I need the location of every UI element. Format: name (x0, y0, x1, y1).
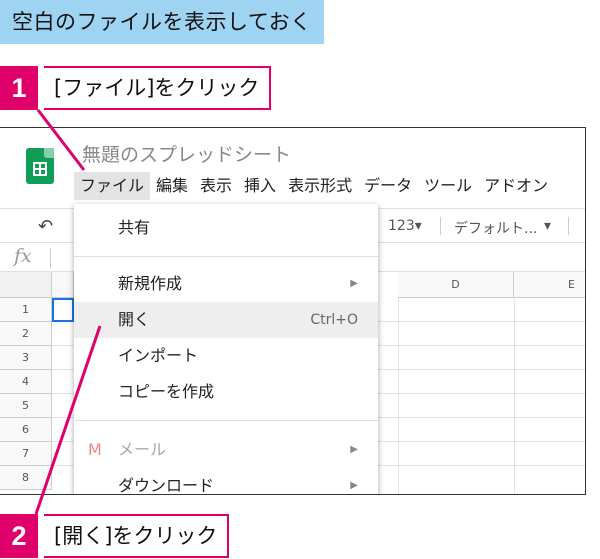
menu-addons[interactable]: アドオン (478, 172, 554, 200)
step-number: 1 (0, 66, 38, 110)
row-header[interactable]: 1 (0, 298, 52, 322)
step-2-callout: 2 [開く]をクリック (0, 514, 230, 558)
menu-item-label: インポート (118, 346, 199, 365)
spreadsheet-screenshot: 無題のスプレッドシート ファイル 編集 表示 挿入 表示形式 データ ツール ア… (0, 127, 586, 495)
triangle-right-icon: ▶ (350, 444, 358, 455)
shortcut-label: Ctrl+O (310, 312, 358, 328)
step-1-callout: 1 [ファイル]をクリック (0, 66, 272, 110)
grid-column-line (398, 298, 399, 494)
toolbar-divider (440, 217, 441, 235)
menu-item-label: 新規作成 (118, 274, 183, 293)
menu-item-make-copy[interactable]: コピーを作成 (74, 374, 378, 410)
step-label: [開く]をクリック (44, 514, 230, 558)
menu-edit[interactable]: 編集 (150, 172, 194, 200)
triangle-right-icon: ▶ (350, 480, 358, 491)
column-header-e[interactable]: E (514, 272, 585, 298)
menu-item-new[interactable]: 新規作成 ▶ (74, 266, 378, 302)
menu-divider (74, 420, 378, 421)
menu-format[interactable]: 表示形式 (282, 172, 358, 200)
formula-divider (50, 248, 51, 268)
column-header-d[interactable]: D (398, 272, 514, 298)
page-title: 空白のファイルを表示しておく (0, 0, 324, 44)
menu-insert[interactable]: 挿入 (238, 172, 282, 200)
row-header[interactable]: 8 (0, 466, 52, 490)
menu-bar: ファイル 編集 表示 挿入 表示形式 データ ツール アドオン (74, 172, 554, 200)
select-all-corner[interactable] (0, 272, 52, 298)
selected-cell[interactable] (52, 298, 74, 322)
font-dropdown-arrow-icon[interactable]: ▾ (544, 218, 551, 234)
font-select[interactable]: デフォルト... (454, 218, 537, 238)
fx-icon: fx (14, 245, 32, 267)
menu-item-open[interactable]: 開く Ctrl+O (74, 302, 378, 338)
grid-column-line (514, 298, 515, 494)
step-label: [ファイル]をクリック (44, 66, 272, 110)
row-header[interactable]: 4 (0, 370, 52, 394)
menu-item-email[interactable]: M メール ▶ (74, 432, 378, 468)
menu-divider (74, 256, 378, 257)
menu-view[interactable]: 表示 (194, 172, 238, 200)
menu-item-import[interactable]: インポート (74, 338, 378, 374)
toolbar-divider (568, 217, 569, 235)
column-header[interactable] (52, 272, 74, 298)
menu-item-label: コピーを作成 (118, 382, 215, 401)
step-number: 2 (0, 514, 38, 558)
row-header[interactable]: 6 (0, 418, 52, 442)
menu-data[interactable]: データ (358, 172, 418, 200)
menu-item-label: ダウンロード (118, 476, 215, 495)
gmail-icon: M (88, 440, 102, 459)
row-header[interactable]: 2 (0, 322, 52, 346)
row-header[interactable]: 7 (0, 442, 52, 466)
row-header[interactable]: 3 (0, 346, 52, 370)
menu-item-share[interactable]: 共有 (74, 210, 378, 246)
sheets-logo-icon (26, 148, 54, 184)
menu-item-label: 共有 (118, 218, 151, 237)
menu-tools[interactable]: ツール (418, 172, 478, 200)
menu-item-download[interactable]: ダウンロード ▶ (74, 468, 378, 495)
page: { "header": { "title": "空白のファイルを表示しておく" … (0, 0, 600, 559)
menu-item-label: 開く (118, 310, 151, 329)
number-format-button[interactable]: 123▾ (388, 218, 422, 234)
undo-icon[interactable]: ↶ (38, 216, 53, 237)
file-menu-dropdown: 共有 新規作成 ▶ 開く Ctrl+O インポート コピーを作成 M メール ▶ (74, 204, 378, 495)
document-title[interactable]: 無題のスプレッドシート (82, 140, 291, 167)
menu-item-label: メール (118, 440, 167, 459)
triangle-right-icon: ▶ (350, 278, 358, 289)
row-header[interactable]: 5 (0, 394, 52, 418)
menu-file[interactable]: ファイル (74, 172, 151, 200)
